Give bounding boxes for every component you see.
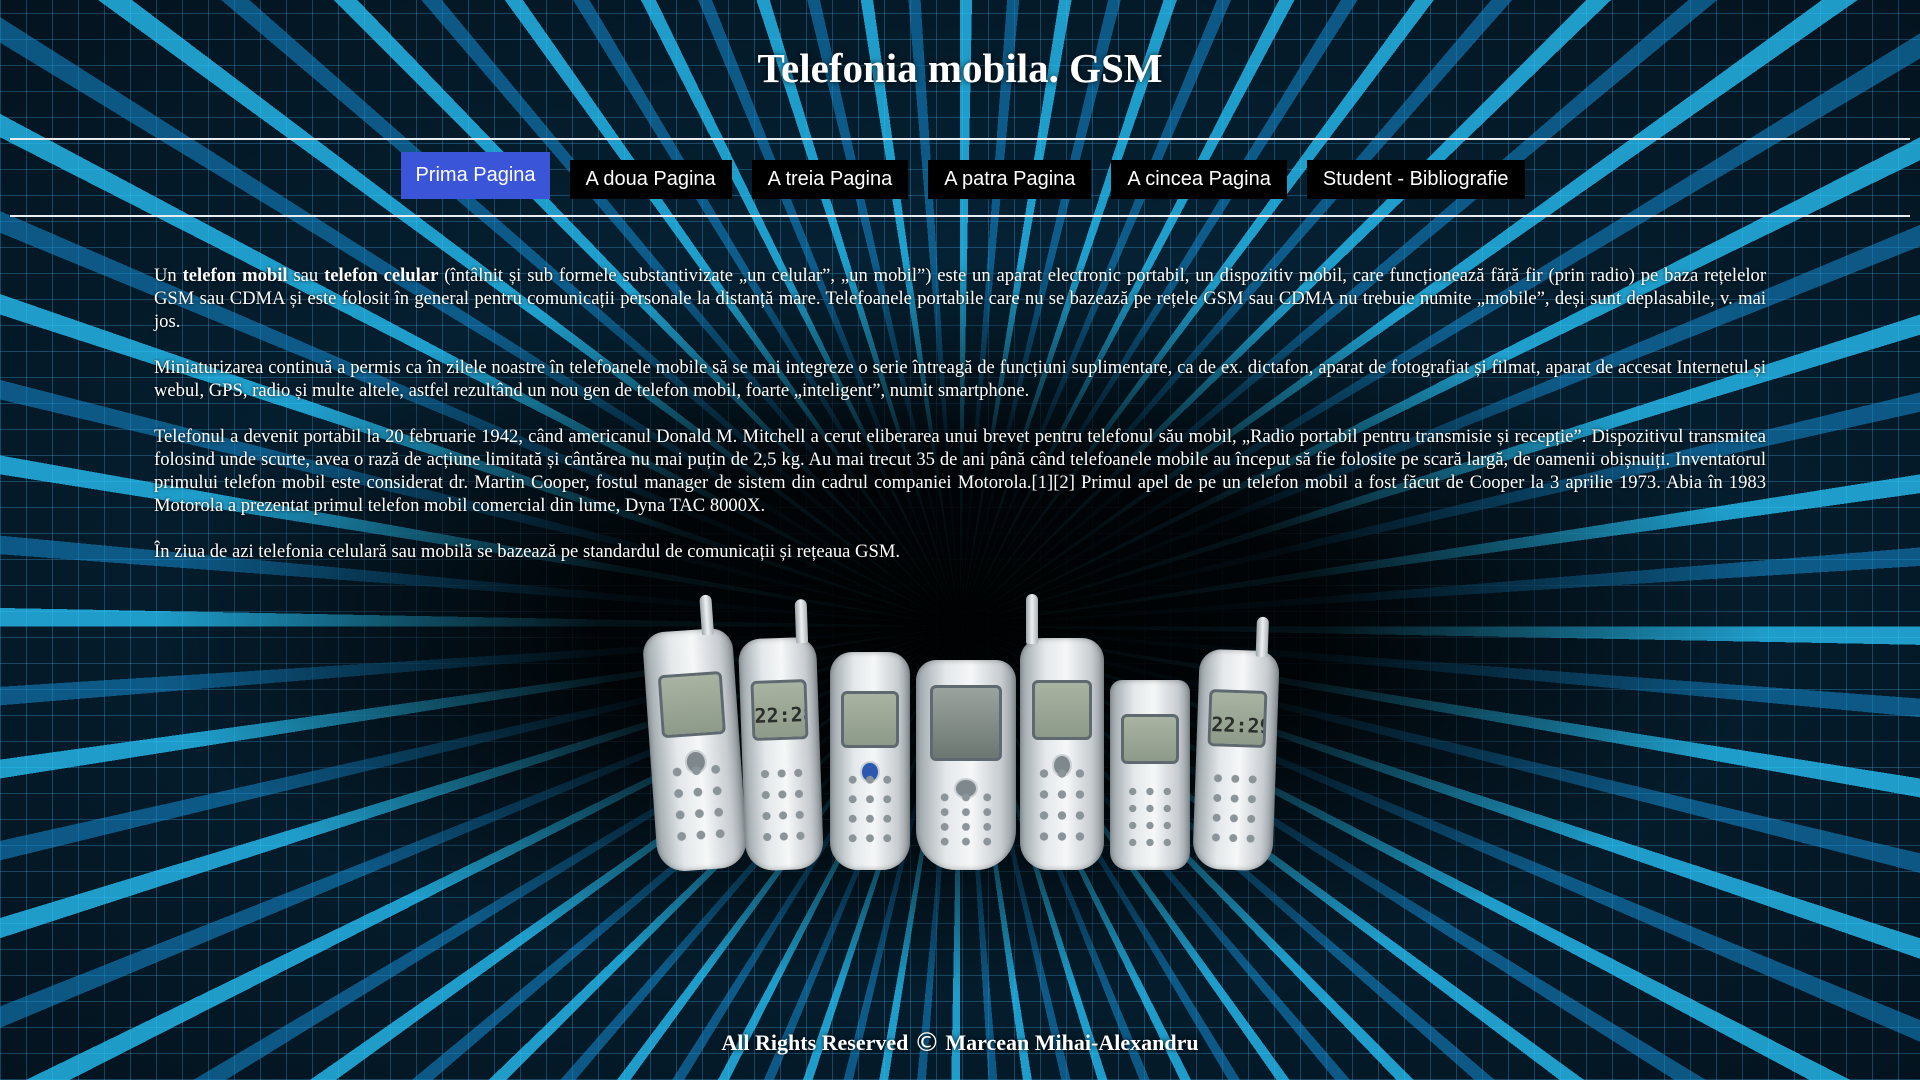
- page-title: Telefonia mobila. GSM: [757, 45, 1163, 91]
- footer-author: Marcean Mihai-Alexandru: [945, 1030, 1199, 1055]
- phone-keypad: [1035, 763, 1089, 847]
- phone-screen: [841, 691, 899, 748]
- nav-tab-student-bibliografie[interactable]: Student - Bibliografie: [1306, 160, 1525, 199]
- phone-keypad: [756, 762, 810, 848]
- phone-1: [641, 594, 749, 873]
- text-fragment: sau: [287, 265, 325, 286]
- phone-keypad: [1207, 767, 1262, 849]
- phone-screen: [1031, 679, 1093, 741]
- phone-keypad: [666, 757, 731, 848]
- phone-2: 22:28: [737, 599, 825, 872]
- nav-tab-a-cincea-pagina[interactable]: A cincea Pagina: [1111, 160, 1287, 199]
- paragraph-gsm: În ziua de azi telefonia celulară sau mo…: [154, 541, 901, 562]
- nav-tab-a-treia-pagina[interactable]: A treia Pagina: [751, 160, 909, 199]
- phone-3: [830, 652, 910, 870]
- phone-screen: 22:28: [750, 678, 809, 742]
- phone-screen: 22:29: [1207, 688, 1268, 748]
- main-nav: Prima Pagina A doua Pagina A treia Pagin…: [0, 152, 1920, 199]
- phone-antenna: [1255, 616, 1270, 658]
- phone-antenna: [1026, 594, 1038, 644]
- phone-4: [916, 660, 1016, 870]
- nav-tab-prima-pagina[interactable]: Prima Pagina: [401, 152, 550, 199]
- footer: All Rights Reserved © Marcean Mihai-Alex…: [0, 1028, 1920, 1058]
- nav-top-divider: [10, 138, 1910, 140]
- phone-antenna: [794, 599, 809, 644]
- phone-6: [1110, 680, 1190, 870]
- paragraph-intro: Un telefon mobil sau telefon celular (în…: [154, 264, 1766, 333]
- page: Telefonia mobila. GSM Prima Pagina A dou…: [0, 0, 1920, 1080]
- phone-5: [1020, 594, 1104, 870]
- phone-keypad: [1124, 782, 1176, 851]
- phone-keypad: [844, 769, 896, 849]
- phone-keypad: [934, 790, 998, 849]
- phone-screen: [1121, 714, 1179, 764]
- nav-tab-a-patra-pagina[interactable]: A patra Pagina: [928, 160, 1092, 199]
- bold-term-telefon-celular: telefon celular: [324, 265, 439, 286]
- copyright-icon: ©: [913, 1028, 940, 1058]
- phone-antenna: [699, 594, 714, 636]
- article-content: Un telefon mobil sau telefon celular (în…: [154, 264, 1766, 586]
- nav-bottom-divider: [10, 215, 1910, 217]
- phone-7: 22:29: [1192, 616, 1280, 872]
- phone-screen: [657, 671, 727, 738]
- nav-tab-a-doua-pagina[interactable]: A doua Pagina: [569, 160, 732, 199]
- paragraph-istoric: Telefonul a devenit portabil la 20 febru…: [154, 426, 1766, 516]
- paragraph-miniaturizare: Miniaturizarea continuă a permis ca în z…: [154, 357, 1766, 401]
- text-fragment: Un: [154, 265, 183, 286]
- mobile-phones-image: 22:28 22:29: [640, 585, 1280, 873]
- footer-rights: All Rights Reserved: [721, 1030, 909, 1055]
- bold-term-telefon-mobil: telefon mobil: [182, 265, 288, 286]
- phone-screen: [930, 685, 1002, 761]
